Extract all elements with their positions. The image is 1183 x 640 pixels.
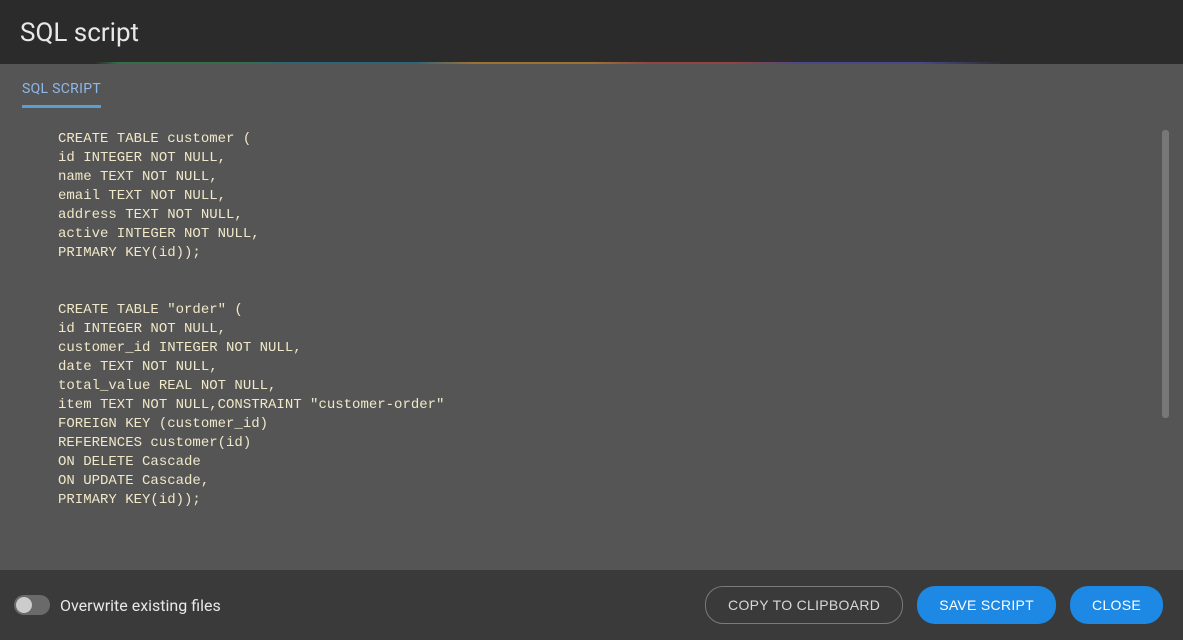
copy-to-clipboard-button[interactable]: COPY TO CLIPBOARD (705, 586, 903, 624)
script-container: CREATE TABLE customer ( id INTEGER NOT N… (22, 130, 1169, 554)
close-button[interactable]: CLOSE (1070, 586, 1163, 624)
content-area: SQL SCRIPT CREATE TABLE customer ( id IN… (0, 64, 1183, 570)
tab-sql-script[interactable]: SQL SCRIPT (22, 81, 101, 108)
save-script-button[interactable]: SAVE SCRIPT (917, 586, 1056, 624)
scrollbar-track[interactable] (1162, 130, 1169, 554)
dialog-header: SQL script (0, 0, 1183, 62)
scrollbar-thumb[interactable] (1162, 130, 1169, 418)
footer-right: COPY TO CLIPBOARD SAVE SCRIPT CLOSE (705, 586, 1163, 624)
dialog-title: SQL script (20, 18, 1163, 48)
rainbow-divider (0, 62, 1183, 64)
script-content[interactable]: CREATE TABLE customer ( id INTEGER NOT N… (22, 130, 1169, 554)
toggle-knob (16, 597, 32, 613)
dialog-footer: Overwrite existing files COPY TO CLIPBOA… (0, 570, 1183, 640)
footer-left: Overwrite existing files (14, 595, 221, 615)
overwrite-toggle[interactable] (14, 595, 50, 615)
overwrite-label: Overwrite existing files (60, 596, 221, 615)
tabs-bar: SQL SCRIPT (0, 64, 1183, 108)
